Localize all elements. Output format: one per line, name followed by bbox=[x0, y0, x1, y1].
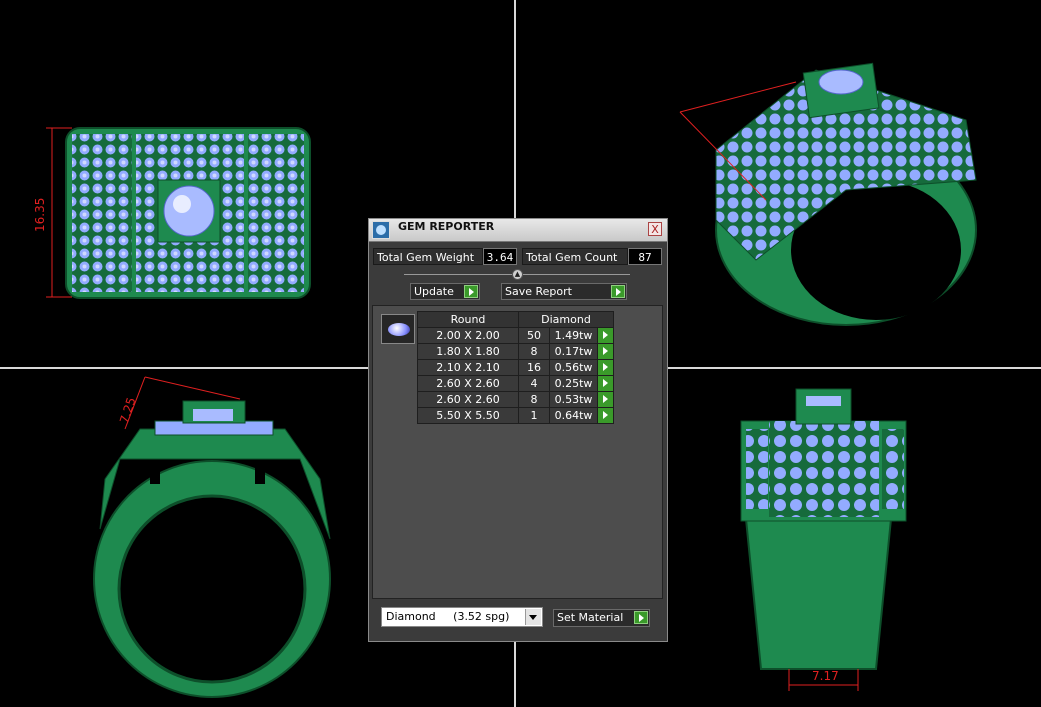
table-row: 1.80 X 1.80 8 0.17tw bbox=[417, 343, 614, 360]
dialog-titlebar[interactable]: GEM REPORTER X bbox=[369, 219, 667, 242]
collapse-toggle-icon[interactable]: ▲ bbox=[512, 269, 523, 280]
total-gem-count-label: Total Gem Count bbox=[522, 248, 628, 265]
chevron-down-icon[interactable] bbox=[525, 609, 541, 625]
select-gem-arrow-icon[interactable] bbox=[597, 375, 614, 392]
gem-size-cell: 5.50 X 5.50 bbox=[417, 407, 519, 424]
material-select-value: Diamond (3.52 spg) bbox=[386, 610, 510, 623]
dimension-label-width: 7.17 bbox=[812, 669, 839, 683]
column-header-shape: Round bbox=[417, 311, 519, 328]
gem-weight-cell: 0.53tw bbox=[549, 391, 598, 408]
column-header-material: Diamond bbox=[518, 311, 614, 328]
table-row: 2.60 X 2.60 8 0.53tw bbox=[417, 391, 614, 408]
select-gem-arrow-icon[interactable] bbox=[597, 343, 614, 360]
total-gem-count-value: 87 bbox=[628, 248, 662, 265]
play-arrow-icon bbox=[464, 285, 478, 298]
gem-size-cell: 1.80 X 1.80 bbox=[417, 343, 519, 360]
gem-count-cell: 1 bbox=[518, 407, 550, 424]
play-arrow-icon bbox=[611, 285, 625, 298]
update-button-label: Update bbox=[414, 285, 454, 298]
gem-count-cell: 8 bbox=[518, 343, 550, 360]
viewport-divider-horizontal-left[interactable] bbox=[0, 367, 368, 369]
dimension-label-height: 16.35 bbox=[33, 197, 47, 232]
gem-table: Round Diamond 2.00 X 2.00 50 1.49tw 1.80… bbox=[417, 311, 614, 424]
table-row: 5.50 X 5.50 1 0.64tw bbox=[417, 407, 614, 424]
viewport-divider-horizontal-right[interactable] bbox=[668, 367, 1041, 369]
set-material-button-label: Set Material bbox=[557, 611, 624, 624]
set-material-button[interactable]: Set Material bbox=[553, 609, 650, 627]
gem-weight-cell: 0.17tw bbox=[549, 343, 598, 360]
gem-count-cell: 50 bbox=[518, 327, 550, 344]
select-gem-arrow-icon[interactable] bbox=[597, 327, 614, 344]
table-row: 2.00 X 2.00 50 1.49tw bbox=[417, 327, 614, 344]
table-row: 2.10 X 2.10 16 0.56tw bbox=[417, 359, 614, 376]
close-icon[interactable]: X bbox=[648, 222, 662, 236]
gem-count-cell: 8 bbox=[518, 391, 550, 408]
save-report-button-label: Save Report bbox=[505, 285, 572, 298]
gem-reporter-app-icon bbox=[372, 221, 390, 239]
gem-weight-cell: 0.56tw bbox=[549, 359, 598, 376]
total-gem-weight-label: Total Gem Weight bbox=[373, 248, 483, 265]
gem-list-panel[interactable]: Round Diamond 2.00 X 2.00 50 1.49tw 1.80… bbox=[372, 305, 663, 599]
select-gem-arrow-icon[interactable] bbox=[597, 391, 614, 408]
gem-weight-cell: 1.49tw bbox=[549, 327, 598, 344]
select-gem-arrow-icon[interactable] bbox=[597, 359, 614, 376]
gem-weight-cell: 0.64tw bbox=[549, 407, 598, 424]
total-gem-weight-value: 3.64 bbox=[483, 248, 517, 265]
gem-count-cell: 4 bbox=[518, 375, 550, 392]
round-gem-icon bbox=[381, 314, 415, 344]
gem-size-cell: 2.60 X 2.60 bbox=[417, 391, 519, 408]
gem-size-cell: 2.00 X 2.00 bbox=[417, 327, 519, 344]
play-arrow-icon bbox=[634, 611, 648, 624]
gem-reporter-dialog: GEM REPORTER X Total Gem Weight 3.64 Tot… bbox=[368, 218, 668, 642]
material-select[interactable]: Diamond (3.52 spg) bbox=[381, 607, 543, 627]
save-report-button[interactable]: Save Report bbox=[501, 283, 627, 300]
gem-size-cell: 2.60 X 2.60 bbox=[417, 375, 519, 392]
update-button[interactable]: Update bbox=[410, 283, 480, 300]
dialog-title: GEM REPORTER bbox=[398, 220, 495, 233]
select-gem-arrow-icon[interactable] bbox=[597, 407, 614, 424]
table-row: 2.60 X 2.60 4 0.25tw bbox=[417, 375, 614, 392]
gem-size-cell: 2.10 X 2.10 bbox=[417, 359, 519, 376]
gem-weight-cell: 0.25tw bbox=[549, 375, 598, 392]
gem-count-cell: 16 bbox=[518, 359, 550, 376]
